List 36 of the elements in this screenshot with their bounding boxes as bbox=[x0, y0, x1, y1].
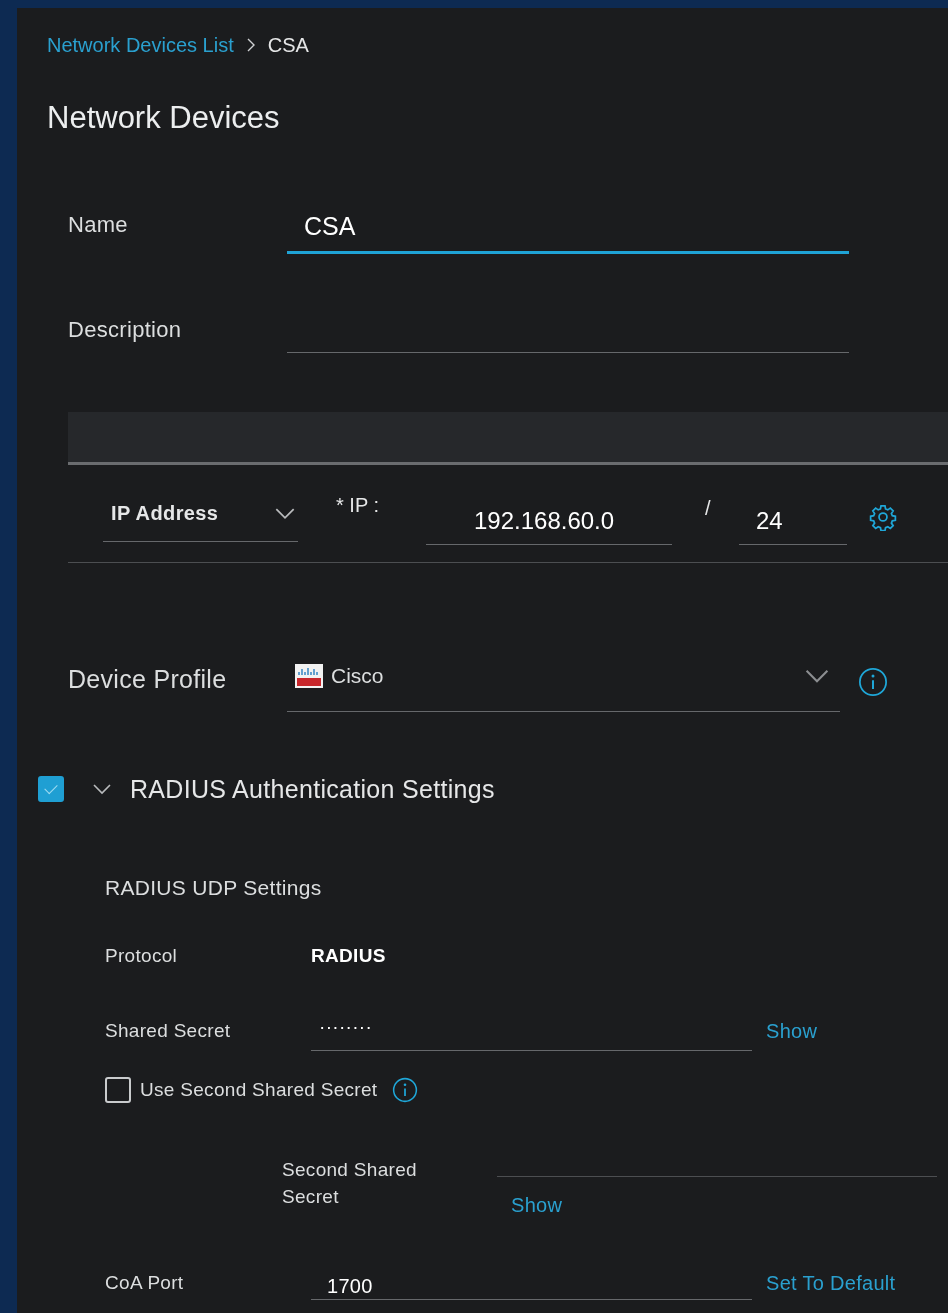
chevron-down-icon[interactable] bbox=[804, 667, 830, 684]
checkbox[interactable] bbox=[105, 1077, 131, 1103]
name-field[interactable]: CSA bbox=[287, 196, 849, 254]
breadcrumb-link[interactable]: Network Devices List bbox=[47, 33, 234, 57]
subnet-mask-field[interactable]: 24 bbox=[739, 488, 847, 545]
show-link[interactable]: Show bbox=[511, 1194, 937, 1217]
device-profile-dropdown[interactable]: Cisco bbox=[287, 646, 840, 712]
subsection-title: RADIUS UDP Settings bbox=[104, 876, 323, 900]
chevron-down-icon[interactable] bbox=[274, 506, 296, 520]
chevron-down-icon[interactable] bbox=[92, 783, 112, 795]
field-label: Second Shared Secret bbox=[282, 1158, 418, 1209]
field-label: Protocol bbox=[105, 945, 179, 967]
separator-text: / bbox=[705, 497, 712, 520]
chevron-right-icon bbox=[245, 37, 256, 53]
field-label: Shared Secret bbox=[105, 1020, 232, 1042]
protocol-value: RADIUS bbox=[311, 945, 386, 967]
show-link[interactable]: Show bbox=[766, 1019, 818, 1043]
field-label: * IP : bbox=[336, 494, 380, 517]
section-title: RADIUS Authentication Settings bbox=[130, 774, 495, 804]
ip-type-dropdown[interactable]: IP Address bbox=[103, 491, 298, 542]
set-default-link[interactable]: Set To Default bbox=[766, 1271, 896, 1295]
section-checkbox[interactable] bbox=[38, 776, 64, 802]
info-icon[interactable] bbox=[392, 1077, 419, 1103]
logo-icon bbox=[295, 663, 323, 688]
field-label: Description bbox=[68, 316, 183, 343]
breadcrumb-current: CSA bbox=[267, 33, 309, 57]
info-icon[interactable] bbox=[858, 667, 888, 697]
password-field[interactable]: ········ bbox=[311, 1011, 752, 1051]
field-label: Name bbox=[68, 212, 129, 238]
page-title: Network Devices bbox=[47, 100, 281, 136]
checkbox-label: Use Second Shared Secret bbox=[140, 1079, 378, 1101]
port-field[interactable]: 1700 bbox=[311, 1266, 752, 1300]
ip-address-field[interactable]: 192.168.60.0 bbox=[426, 488, 672, 545]
settings-icon[interactable] bbox=[869, 502, 897, 531]
field-label: Device Profile bbox=[68, 664, 228, 694]
field-label: CoA Port bbox=[105, 1272, 185, 1294]
